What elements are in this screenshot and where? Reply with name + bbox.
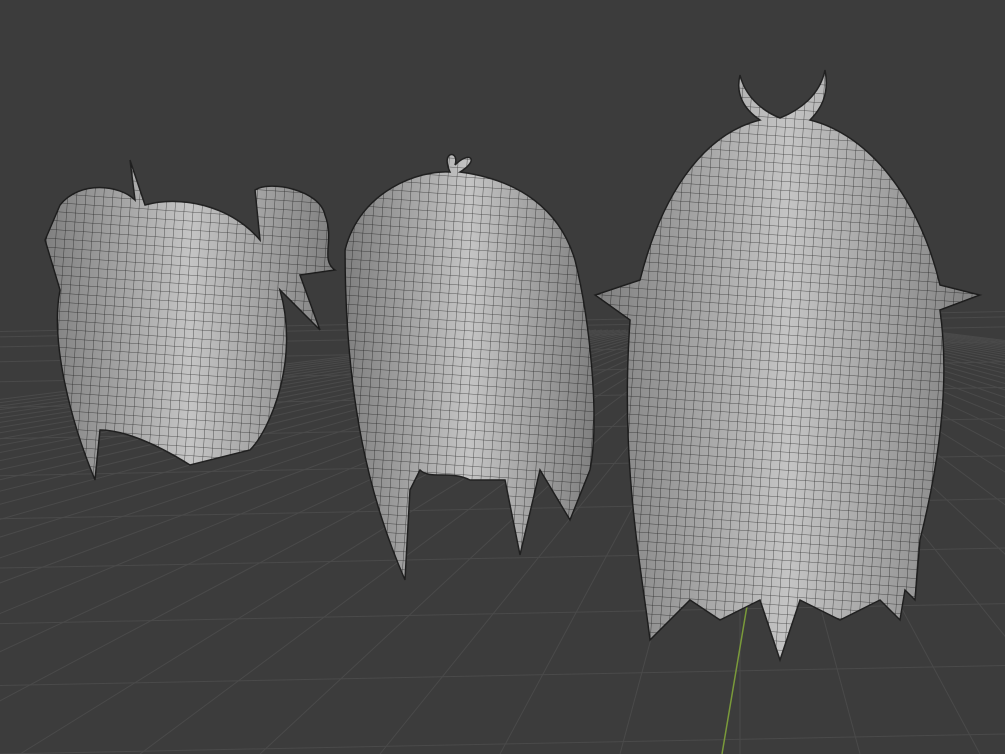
3d-viewport[interactable] bbox=[0, 0, 1005, 754]
hair-bun-style[interactable] bbox=[44, 159, 338, 481]
hair-long-style[interactable] bbox=[593, 69, 983, 663]
grid-line bbox=[0, 733, 1005, 754]
y-axis-line bbox=[721, 599, 749, 754]
viewport-scene bbox=[0, 69, 1005, 754]
grid-line bbox=[0, 665, 1005, 687]
hair-bob-style[interactable] bbox=[344, 153, 595, 581]
